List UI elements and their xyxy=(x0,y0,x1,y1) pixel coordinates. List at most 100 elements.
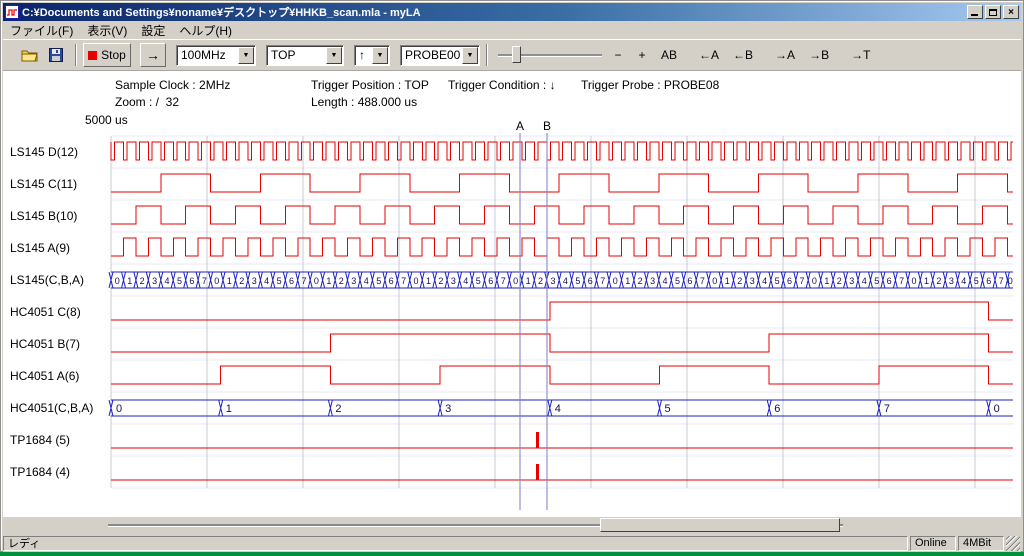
bus-value: 0 xyxy=(214,276,219,286)
bus-value: 4 xyxy=(961,276,966,286)
bus-value: 0 xyxy=(513,276,518,286)
bus-value: 7 xyxy=(600,276,605,286)
menu-view[interactable]: 表示(V) xyxy=(80,21,134,40)
waveform-canvas[interactable]: 0123456701234567012345670123456701234567… xyxy=(3,120,1021,516)
bus-value: 3 xyxy=(849,276,854,286)
status-message: レディ xyxy=(3,536,908,551)
app-window: C:¥Documents and Settings¥noname¥デスクトップ¥… xyxy=(0,0,1024,552)
run-button[interactable]: → xyxy=(140,43,166,67)
sample-clock-value: 100MHz xyxy=(177,48,237,62)
status-memory: 4MBit xyxy=(958,536,1004,551)
client-area: Sample Clock : 2MHz Trigger Position : T… xyxy=(3,71,1021,517)
scrollbar-thumb[interactable] xyxy=(600,518,840,532)
bus-value: 3 xyxy=(351,276,356,286)
resize-grip[interactable] xyxy=(1006,536,1020,551)
zoom-in-button[interactable]: + xyxy=(630,43,654,67)
zoom-out-button[interactable]: − xyxy=(606,43,630,67)
length-info: Length : 488.000 us xyxy=(311,95,417,109)
bus-value: 5 xyxy=(575,276,580,286)
trigger-probe-combo[interactable]: PROBE00 ▼ xyxy=(400,45,480,66)
app-icon xyxy=(5,5,19,19)
bus-value: 7 xyxy=(401,276,406,286)
bus-value: 4 xyxy=(762,276,767,286)
bus-value: 5 xyxy=(775,276,780,286)
status-bar: レディ Online 4MBit xyxy=(3,534,1021,552)
bus-value: 4 xyxy=(164,276,169,286)
chevron-down-icon[interactable]: ▼ xyxy=(238,47,254,64)
menu-bar: ファイル(F) 表示(V) 設定 ヘルプ(H) xyxy=(3,21,1021,39)
bus-value: 3 xyxy=(750,276,755,286)
save-button[interactable] xyxy=(43,43,68,67)
bus-value: 5 xyxy=(874,276,879,286)
bus-value: 2 xyxy=(638,276,643,286)
wave-LS145 A(9) xyxy=(111,238,1013,256)
bus-value: 1 xyxy=(625,276,630,286)
bus-value: 5 xyxy=(974,276,979,286)
minimize-button[interactable] xyxy=(967,5,983,19)
bus-value: 1 xyxy=(924,276,929,286)
stop-button[interactable]: Stop xyxy=(83,43,131,67)
goto-a-left-button[interactable]: ←A xyxy=(692,43,726,67)
bus-value: 7 xyxy=(301,276,306,286)
bus-value: 7 xyxy=(999,276,1004,286)
bus-value: 5 xyxy=(476,276,481,286)
zoom-info: Zoom : / 32 xyxy=(115,95,179,109)
bus-value: 1 xyxy=(725,276,730,286)
bus-value: 2 xyxy=(837,276,842,286)
toolbar-separator xyxy=(486,44,488,66)
bus-value: 6 xyxy=(986,276,991,286)
title-bar[interactable]: C:¥Documents and Settings¥noname¥デスクトップ¥… xyxy=(3,3,1021,21)
bus-value: 2 xyxy=(239,276,244,286)
goto-b-left-button[interactable]: ←B xyxy=(726,43,760,67)
pulse-TP1684 (4) xyxy=(536,464,539,480)
chevron-down-icon[interactable]: ▼ xyxy=(372,47,388,64)
bus-HC4051(C,B,A) xyxy=(109,400,1013,416)
bus-value: 5 xyxy=(665,403,671,415)
wave-LS145 C(11) xyxy=(111,174,1013,192)
sample-clock-combo[interactable]: 100MHz ▼ xyxy=(176,45,256,66)
bus-value: 3 xyxy=(949,276,954,286)
bus-value: 5 xyxy=(376,276,381,286)
bus-value: 0 xyxy=(911,276,916,286)
menu-file[interactable]: ファイル(F) xyxy=(3,21,80,40)
bus-value: 0 xyxy=(116,403,122,415)
menu-settings[interactable]: 設定 xyxy=(134,21,172,40)
window-title: C:¥Documents and Settings¥noname¥デスクトップ¥… xyxy=(22,4,965,20)
bus-value: 7 xyxy=(799,276,804,286)
chevron-down-icon[interactable]: ▼ xyxy=(462,47,478,64)
zoom-slider[interactable] xyxy=(498,44,602,66)
trigger-position-combo[interactable]: TOP ▼ xyxy=(266,45,344,66)
stop-icon xyxy=(88,51,97,60)
trigger-edge-combo[interactable]: ↑ ▼ xyxy=(354,45,390,66)
goto-b-right-button[interactable]: →B xyxy=(802,43,836,67)
bus-value: 1 xyxy=(426,276,431,286)
trigger-position-info: Trigger Position : TOP xyxy=(311,78,429,92)
chevron-down-icon[interactable]: ▼ xyxy=(326,47,342,64)
bus-value: 1 xyxy=(227,276,232,286)
menu-help[interactable]: ヘルプ(H) xyxy=(172,21,239,40)
bus-value: 3 xyxy=(451,276,456,286)
bus-value: 2 xyxy=(335,403,341,415)
bus-value: 1 xyxy=(824,276,829,286)
bus-value: 1 xyxy=(226,403,232,415)
zoom-slider-thumb[interactable] xyxy=(512,46,521,63)
bus-value: 4 xyxy=(662,276,667,286)
toolbar: Stop → 100MHz ▼ TOP ▼ ↑ ▼ PROBE00 ▼ − + … xyxy=(3,39,1021,71)
trigger-position-value: TOP xyxy=(267,48,325,62)
bus-value: 3 xyxy=(152,276,157,286)
wave-HC4051 A(6) xyxy=(111,366,1013,384)
trigger-probe-info: Trigger Probe : PROBE08 xyxy=(581,78,719,92)
bus-value: 1 xyxy=(326,276,331,286)
bus-value: 0 xyxy=(812,276,817,286)
bus-value: 5 xyxy=(177,276,182,286)
maximize-button[interactable] xyxy=(985,5,1001,19)
goto-a-right-button[interactable]: →A xyxy=(768,43,802,67)
open-button[interactable] xyxy=(17,43,42,67)
bus-value: 6 xyxy=(687,276,692,286)
goto-trigger-button[interactable]: →T xyxy=(844,43,877,67)
close-button[interactable]: × xyxy=(1003,5,1019,19)
bus-value: 0 xyxy=(613,276,618,286)
ab-button[interactable]: AB xyxy=(654,43,684,67)
trigger-condition-info: Trigger Condition : ↓ xyxy=(448,78,556,92)
bus-value: 5 xyxy=(675,276,680,286)
